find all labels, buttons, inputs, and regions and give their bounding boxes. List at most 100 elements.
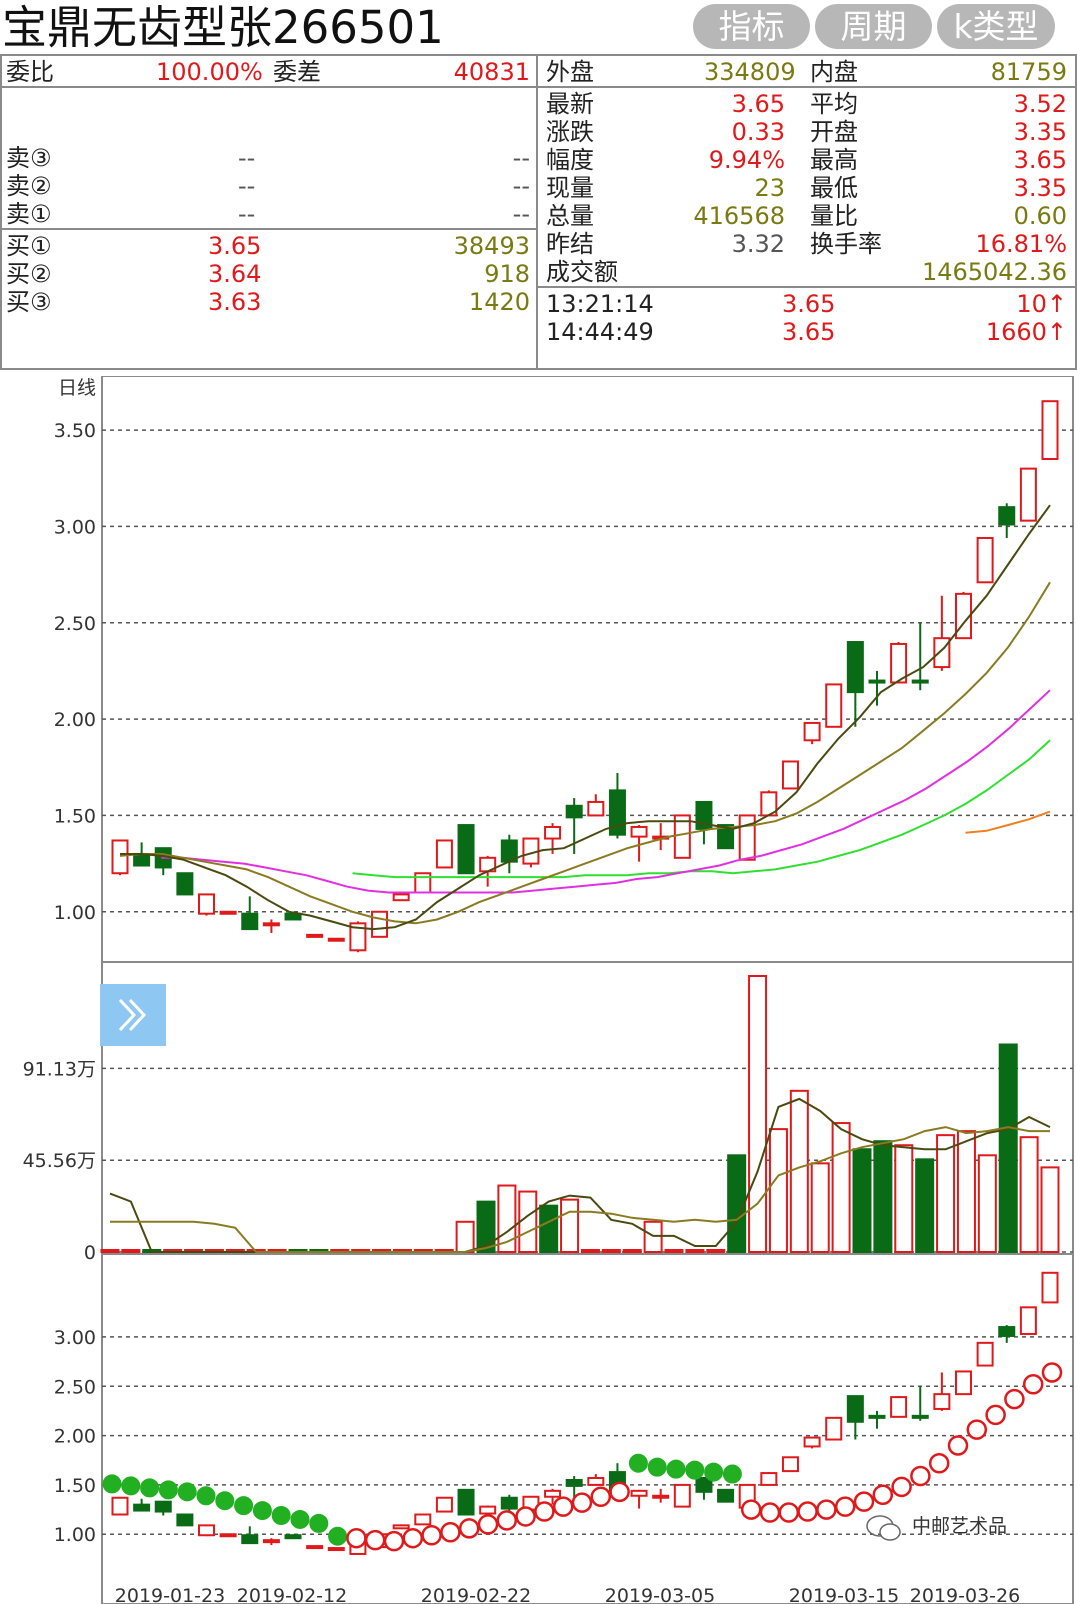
y-tick-label: 91.13万 <box>23 1058 96 1080</box>
candle-up <box>781 760 799 790</box>
volume-bar-up <box>121 1249 141 1253</box>
y-tick-label: 3.00 <box>54 1327 96 1349</box>
volume-bar-up <box>1019 1136 1039 1254</box>
sell-row[interactable]: 卖③ -- -- <box>2 144 536 172</box>
quote-value: 0.60 <box>1013 202 1067 230</box>
y-tick-label: 3.00 <box>54 516 96 538</box>
sar-dot-down <box>309 1513 329 1533</box>
indicator-button[interactable]: 指标 <box>693 4 810 49</box>
quote-value: 3.35 <box>1013 118 1067 146</box>
sar-dot-up <box>496 1510 518 1531</box>
candle-up <box>803 1436 821 1448</box>
buy-row[interactable]: 买② 3.64 918 <box>2 260 536 288</box>
buy-row[interactable]: 买③ 3.63 1420 <box>2 288 536 316</box>
sar-dot-up <box>740 1499 762 1520</box>
weibi-value: 100.00% <box>156 58 263 86</box>
x-date-label: 2019-03-05 <box>605 1585 715 1604</box>
candle-up <box>1041 400 1059 460</box>
sar-dot-down <box>177 1482 197 1502</box>
buy-price: 3.64 <box>208 260 262 288</box>
sell-row[interactable]: 卖① -- -- <box>2 200 536 228</box>
y-tick-label: 3.50 <box>54 420 96 442</box>
sell-volume: -- <box>512 200 530 228</box>
weibi-row: 委比 100.00% 委差 40831 <box>2 58 536 86</box>
sell-label: 卖② <box>6 172 52 200</box>
trade-volume: 1660↑ <box>985 318 1067 346</box>
buy-label: 买② <box>6 260 52 288</box>
y-tick-label: 45.56万 <box>23 1150 96 1172</box>
buy-volume: 1420 <box>468 288 530 316</box>
candle-up <box>1041 1271 1059 1304</box>
candle-up <box>587 800 605 817</box>
quote-row: 现量 23 最低 3.35 <box>538 174 1075 202</box>
candle-up <box>933 1393 951 1410</box>
volume-bar-up <box>622 1249 642 1253</box>
candle-down <box>500 1496 518 1510</box>
candle-up <box>306 933 324 938</box>
sar-dot-up <box>759 1502 781 1523</box>
sell-label: 卖① <box>6 200 52 228</box>
candle-down <box>717 1488 735 1503</box>
volume-bar-up <box>685 1249 705 1253</box>
quote-row: 总量 416568 量比 0.60 <box>538 202 1075 230</box>
sell-label: 卖③ <box>6 144 52 172</box>
candle-down <box>154 1500 172 1513</box>
quote-value: 9.94% <box>708 146 785 174</box>
divider <box>538 86 1075 88</box>
volume-bar-up <box>977 1154 997 1253</box>
quote-value: 416568 <box>693 202 785 230</box>
amount-value: 1465042.36 <box>921 258 1067 286</box>
buy-row[interactable]: 买① 3.65 38493 <box>2 232 536 260</box>
candle-up <box>219 1533 237 1538</box>
wechat-icon <box>866 1515 901 1541</box>
candle-up <box>933 637 951 669</box>
k-type-button[interactable]: k类型 <box>937 4 1055 49</box>
sar-dot-up <box>515 1506 536 1527</box>
candle-down <box>284 912 302 921</box>
sell-row[interactable]: 卖② -- -- <box>2 172 536 200</box>
candle-up <box>414 1513 432 1526</box>
volume-bar-down <box>539 1204 559 1254</box>
volume-bar-up <box>560 1198 580 1253</box>
divider <box>538 286 1075 288</box>
neipan-label: 内盘 <box>810 58 858 86</box>
sar-dot-up <box>872 1484 894 1506</box>
ma10-line <box>119 581 1051 925</box>
expand-button[interactable] <box>100 984 166 1046</box>
sar-dot-up <box>797 1501 818 1522</box>
sar-dot-down <box>647 1457 667 1477</box>
sar-dot-down <box>102 1474 122 1494</box>
quote-value: 0.33 <box>731 118 785 146</box>
quote-label: 最高 <box>810 146 858 174</box>
candle-down <box>911 679 929 684</box>
volume-bar-up <box>810 1162 830 1253</box>
quote-row: 最新 3.65 平均 3.52 <box>538 90 1075 118</box>
candle-down <box>565 804 583 819</box>
candle-down <box>457 824 475 875</box>
x-date-label: 2019-03-26 <box>910 1585 1020 1604</box>
volume-bar-up <box>455 1220 475 1253</box>
trade-time: 13:21:14 <box>546 290 654 318</box>
buy-price: 3.65 <box>208 232 262 260</box>
candle-down <box>868 1414 886 1419</box>
sell-price: -- <box>238 172 256 200</box>
candle-up <box>587 1477 605 1486</box>
x-date-label: 2019-02-22 <box>421 1585 531 1604</box>
sar-dot-up <box>590 1486 612 1508</box>
title-bar: 宝鼎无齿型张266501 指标 周期 k类型 <box>0 0 1077 54</box>
sar-dot-up <box>552 1496 574 1517</box>
candle-up <box>976 1341 994 1367</box>
candle-up <box>890 1396 908 1418</box>
sar-dot-down <box>234 1496 254 1516</box>
candle-down <box>241 912 259 931</box>
watermark-text: 中邮艺术品 <box>912 1515 1007 1537</box>
sar-dot-up <box>1041 1362 1063 1383</box>
buy-label: 买① <box>6 232 52 260</box>
candle-up <box>630 1489 648 1497</box>
divider <box>2 86 536 88</box>
period-button[interactable]: 周期 <box>815 4 932 49</box>
buy-volume: 38493 <box>453 232 530 260</box>
trade-time: 14:44:49 <box>546 318 654 346</box>
candle-up <box>544 825 562 840</box>
volume-bar-up <box>601 1249 621 1253</box>
